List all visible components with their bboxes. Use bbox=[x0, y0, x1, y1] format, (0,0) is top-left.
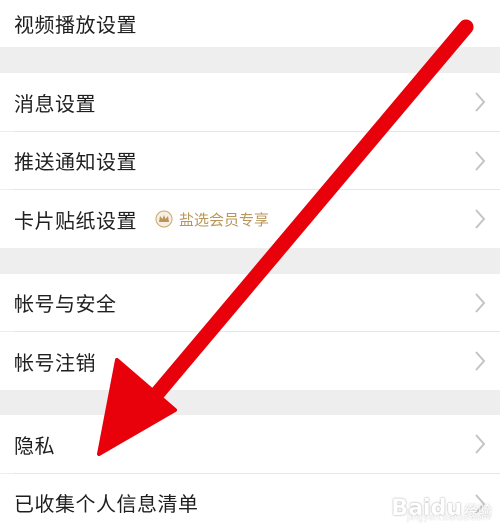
settings-item-account-cancel[interactable]: 帐号注销 bbox=[0, 332, 500, 390]
settings-item-label: 消息设置 bbox=[14, 91, 96, 116]
settings-item-video-playback[interactable]: 视频播放设置 bbox=[0, 0, 500, 47]
member-badge: 盐选会员专享 bbox=[155, 209, 269, 230]
chevron-right-icon bbox=[475, 150, 486, 171]
chevron-right-icon bbox=[475, 434, 486, 454]
settings-item-card-stickers[interactable]: 卡片贴纸设置 盐选会员专享 bbox=[0, 190, 500, 248]
crown-icon bbox=[155, 210, 173, 228]
chevron-right-icon bbox=[475, 92, 486, 112]
settings-item-push-notifications[interactable]: 推送通知设置 bbox=[0, 132, 500, 189]
settings-item-privacy[interactable]: 隐私 bbox=[0, 415, 500, 473]
chevron-right-icon bbox=[475, 351, 486, 371]
settings-item-label: 视频播放设置 bbox=[14, 13, 137, 37]
settings-item-label: 隐私 bbox=[14, 433, 55, 458]
baidu-jingyan-watermark: Bai du 经验 jingyan.baidu.com bbox=[391, 496, 492, 523]
settings-item-label: 卡片贴纸设置 bbox=[14, 208, 137, 233]
settings-item-messages[interactable]: 消息设置 bbox=[0, 73, 500, 131]
settings-item-account-security[interactable]: 帐号与安全 bbox=[0, 274, 500, 331]
settings-item-label: 帐号与安全 bbox=[14, 292, 117, 316]
chevron-right-icon bbox=[475, 209, 486, 229]
settings-item-label: 已收集个人信息清单 bbox=[14, 492, 199, 516]
settings-item-label: 帐号注销 bbox=[14, 350, 96, 375]
chevron-right-icon bbox=[475, 292, 486, 313]
settings-screen: 视频播放设置 消息设置 推送通知设置 卡片贴纸设置 盐选会员专享 帐号与安全 帐… bbox=[0, 0, 500, 525]
watermark-url: jingyan.baidu.com bbox=[406, 513, 490, 523]
member-badge-label: 盐选会员专享 bbox=[179, 210, 270, 229]
settings-item-label: 推送通知设置 bbox=[14, 150, 137, 174]
